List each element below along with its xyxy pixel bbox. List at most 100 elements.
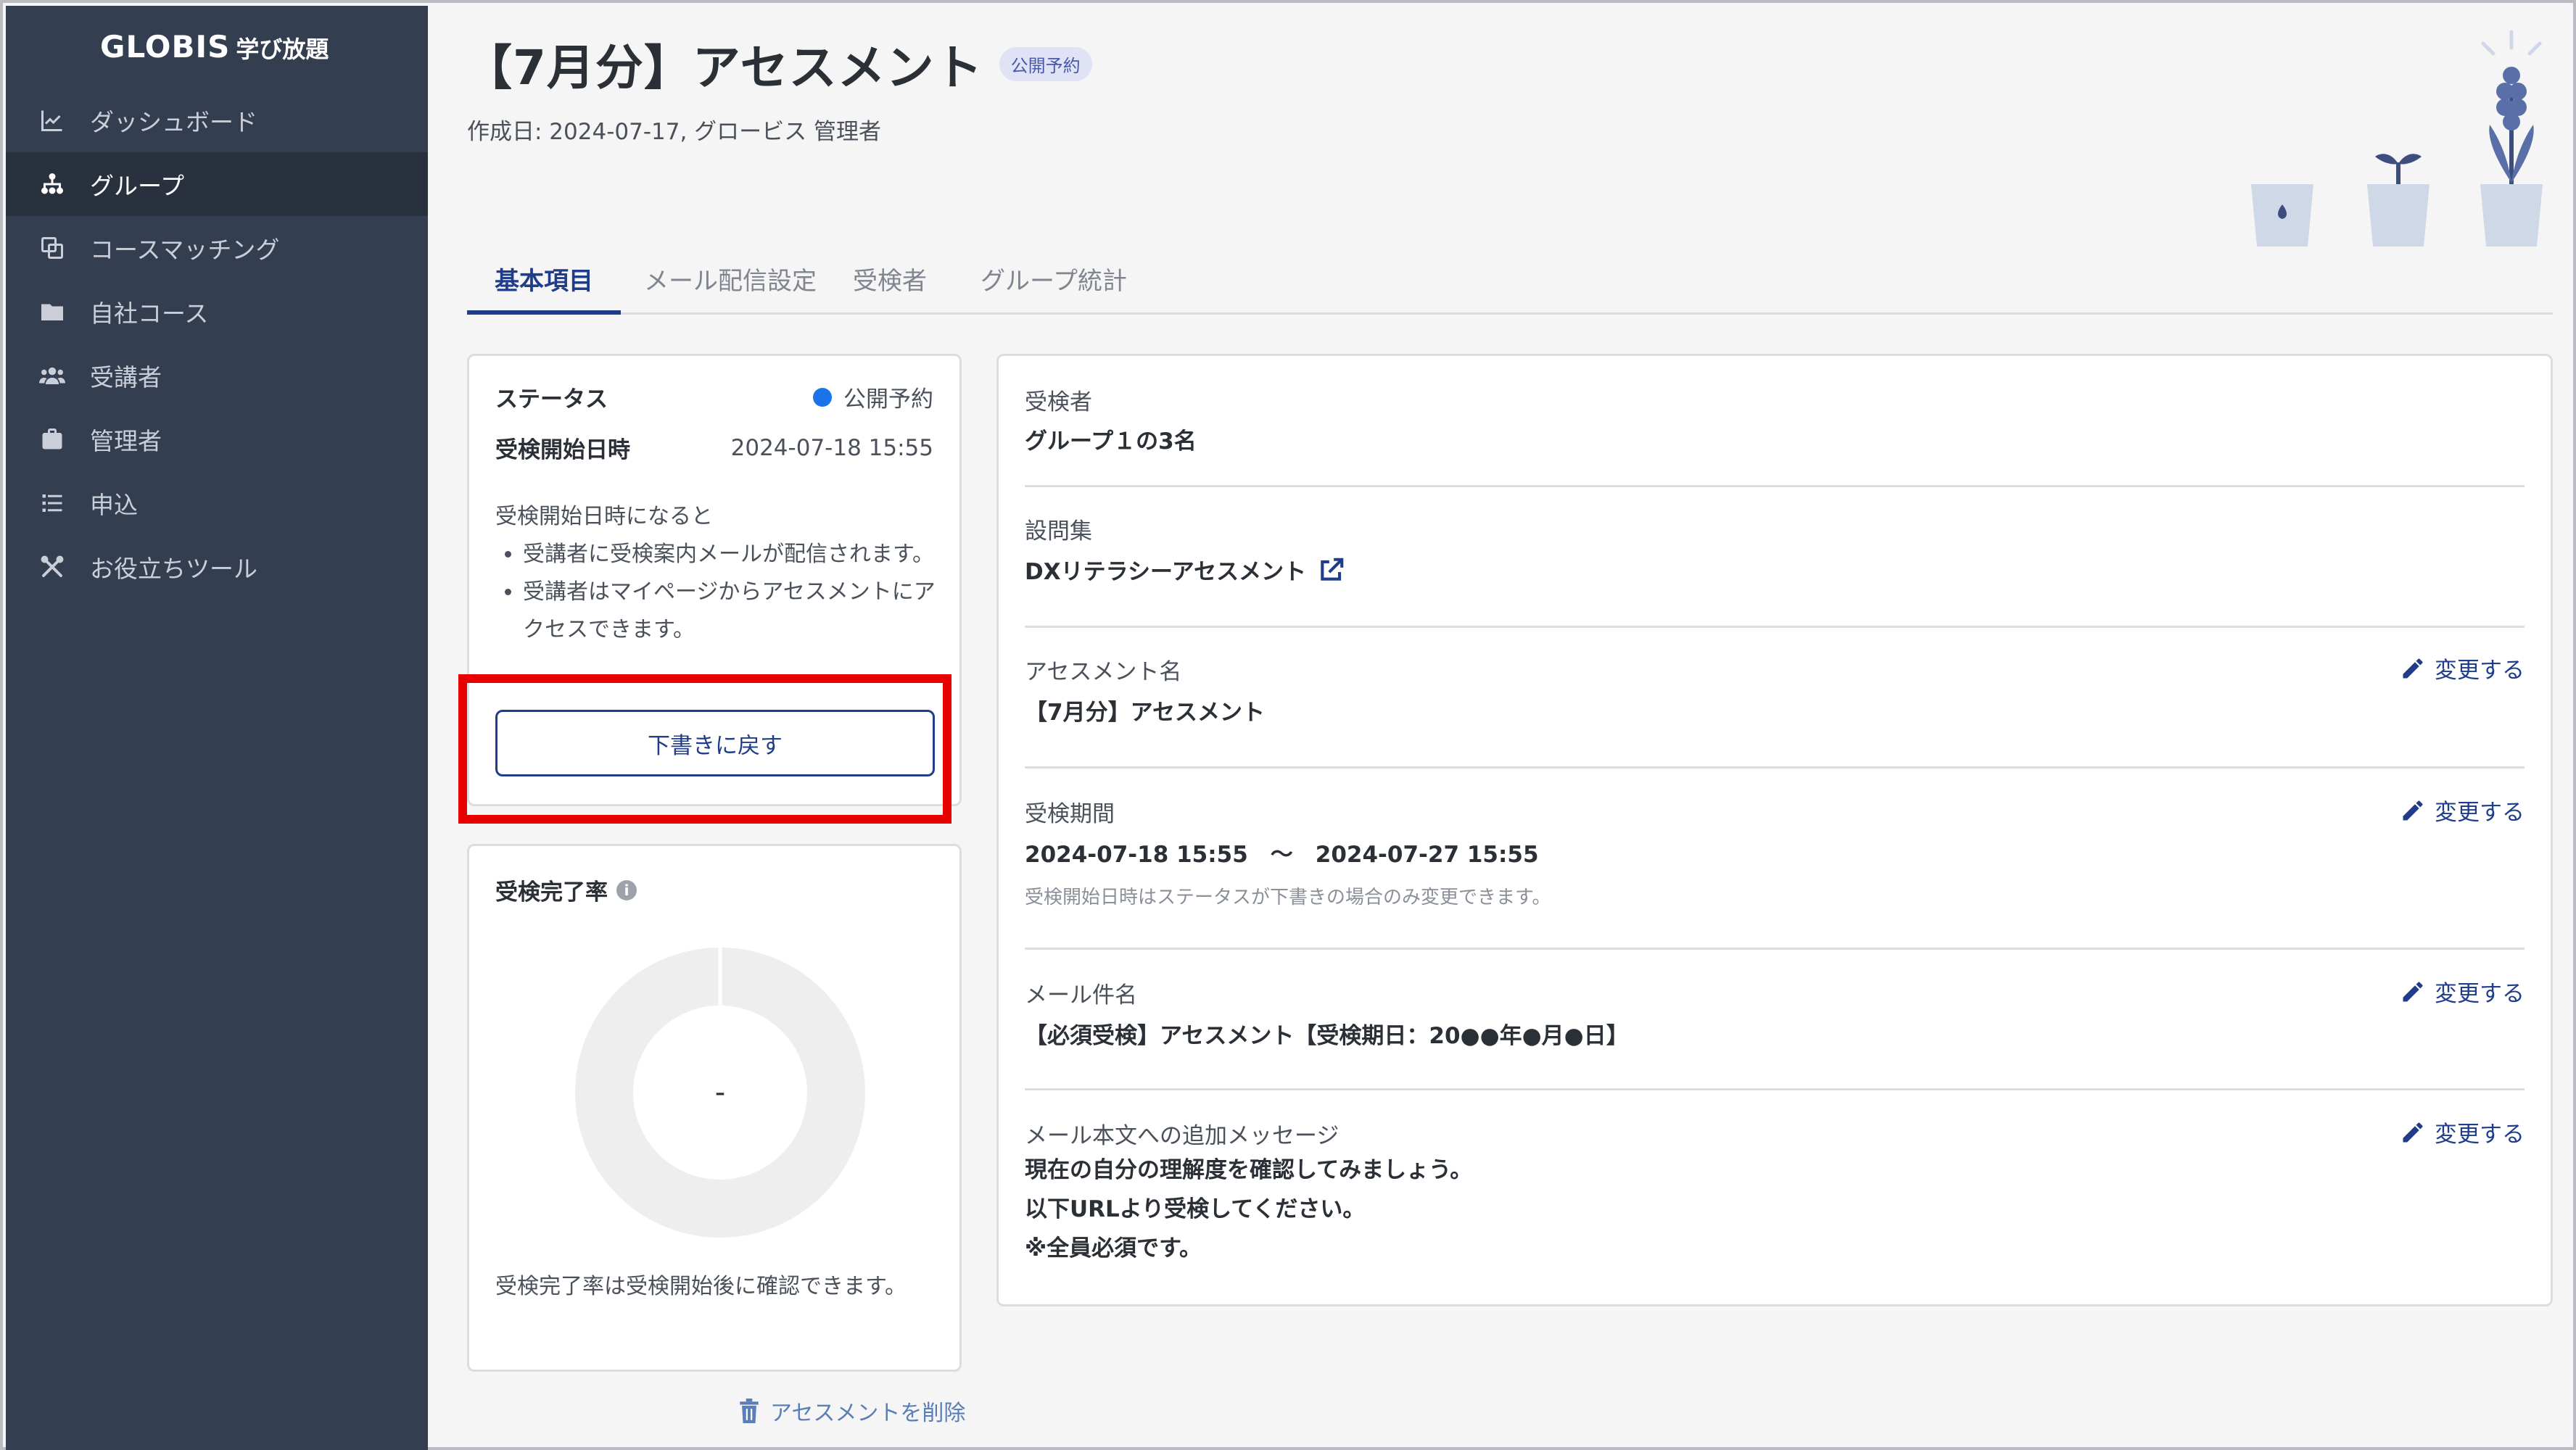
divider — [1025, 1088, 2525, 1090]
status-note: 受検開始日時になると 受講者に受検案内メールが配信されます。 受講者はマイページ… — [495, 498, 938, 649]
tab-mail-settings[interactable]: メール配信設定 — [644, 261, 817, 315]
examinees-section: 受検者 グループ１の3名 — [1025, 384, 2525, 492]
rate-note: 受検完了率は受検開始後に確認できます。 — [495, 1274, 907, 1299]
sidebar-item-label: 管理者 — [90, 427, 162, 455]
rate-title-text: 受検完了率 — [495, 879, 608, 906]
folder-icon — [38, 297, 67, 326]
sidebar-item-learners[interactable]: 受講者 — [6, 344, 428, 407]
rate-title: 受検完了率 i — [495, 874, 637, 906]
status-dot-icon — [813, 387, 832, 407]
sidebar-item-group[interactable]: グループ — [6, 152, 428, 216]
page-meta: 作成日: 2024-07-17, グロービス 管理者 — [467, 119, 882, 145]
list-icon — [38, 489, 67, 518]
sidebar-item-label: 自社コース — [90, 299, 209, 328]
sidebar-item-course-matching[interactable]: コースマッチング — [6, 216, 428, 280]
page-header: 【7月分】アセスメント 公開予約 — [464, 29, 1092, 99]
mail-subject-section: メール件名 変更する 【必須受検】アセスメント【受検期日：20●●年●月●日】 — [1025, 977, 2525, 1071]
highlight-box — [458, 674, 951, 824]
sidebar-item-own-courses[interactable]: 自社コース — [6, 280, 428, 344]
period-label: 受検期間 — [1025, 801, 1115, 827]
divider — [1025, 626, 2525, 628]
tools-icon — [38, 552, 67, 581]
questionset-link[interactable]: DXリテラシーアセスメント — [1025, 553, 1345, 586]
questionset-link-text: DXリテラシーアセスメント — [1025, 559, 1307, 585]
mail-message-value: 現在の自分の理解度を確認してみましょう。 以下URLより受検してください。 ※全… — [1025, 1151, 1472, 1268]
sidebar-item-label: コースマッチング — [90, 236, 280, 264]
edit-label: 変更する — [2435, 981, 2525, 1007]
sitemap-icon — [38, 170, 67, 199]
chart-line-icon — [38, 106, 67, 135]
copy-icon — [38, 233, 67, 262]
divider — [1025, 948, 2525, 950]
divider — [1025, 766, 2525, 768]
status-label: ステータス — [495, 386, 608, 413]
pencil-icon — [2403, 982, 2423, 1001]
status-value: 公開予約 — [813, 381, 933, 413]
edit-subject-button[interactable]: 変更する — [2400, 975, 2525, 1008]
edit-label: 変更する — [2435, 658, 2525, 684]
plants-illustration — [2251, 30, 2543, 246]
assessment-name-section: アセスメント名 変更する 【7月分】アセスメント — [1025, 653, 2525, 747]
delete-assessment-link[interactable]: アセスメントを削除 — [738, 1395, 965, 1427]
brand-product: 学び放題 — [236, 36, 329, 63]
briefcase-icon — [38, 425, 67, 454]
start-row: 受検開始日時 2024-07-18 15:55 — [495, 431, 933, 464]
rate-value: - — [714, 1076, 726, 1109]
period-section: 受検期間 変更する 2024-07-18 15:55 〜 2024-07-27 … — [1025, 795, 2525, 933]
examinees-value: グループ１の3名 — [1025, 428, 1197, 455]
pencil-icon — [2403, 800, 2423, 820]
assessment-name-label: アセスメント名 — [1025, 659, 1182, 685]
note-list: 受講者に受検案内メールが配信されます。 受講者はマイページからアセスメントにアク… — [523, 536, 938, 649]
edit-label: 変更する — [2435, 800, 2525, 826]
list-item: 受講者はマイページからアセスメントにアクセスできます。 — [523, 573, 938, 649]
details-card: 受検者 グループ１の3名 設問集 DXリテラシーアセスメント アセスメント名 変… — [996, 354, 2553, 1306]
pencil-icon — [2403, 658, 2423, 678]
sidebar-item-label: 申込 — [90, 491, 138, 519]
mail-subject-value: 【必須受検】アセスメント【受検期日：20●●年●月●日】 — [1025, 1023, 1629, 1049]
tab-examinees[interactable]: 受検者 — [853, 261, 927, 315]
sidebar-nav: ダッシュボード グループ コースマッチング 自社コース 受講者 管理者 申込 お… — [6, 88, 428, 599]
questionset-section: 設問集 DXリテラシーアセスメント — [1025, 513, 2525, 607]
info-icon[interactable]: i — [616, 879, 637, 900]
note-intro: 受検開始日時になると — [495, 504, 713, 529]
examinees-label: 受検者 — [1025, 389, 1092, 415]
sidebar-item-label: グループ — [90, 172, 185, 200]
sidebar-item-admins[interactable]: 管理者 — [6, 407, 428, 471]
start-value: 2024-07-18 15:55 — [730, 434, 933, 461]
message-line: 現在の自分の理解度を確認してみましょう。 — [1025, 1157, 1473, 1183]
status-text: 公開予約 — [843, 386, 933, 413]
start-label: 受検開始日時 — [495, 437, 630, 463]
brand-logo[interactable]: GLOBIS 学び放題 — [100, 29, 329, 70]
completion-rate-card: 受検完了率 i - 受検完了率は受検開始後に確認できます。 — [467, 844, 962, 1372]
app-window: GLOBIS 学び放題 ダッシュボード グループ コースマッチング 自社コース … — [0, 0, 2576, 1450]
sidebar-item-label: ダッシュボード — [90, 108, 257, 136]
divider — [1025, 485, 2525, 487]
sidebar-item-label: お役立ちツール — [90, 555, 257, 583]
edit-message-button[interactable]: 変更する — [2400, 1116, 2525, 1148]
questionset-label: 設問集 — [1025, 518, 1092, 544]
pencil-icon — [2403, 1122, 2423, 1142]
trash-icon — [740, 1399, 759, 1423]
edit-name-button[interactable]: 変更する — [2400, 652, 2525, 684]
status-row: ステータス 公開予約 — [495, 381, 933, 413]
assessment-name-value: 【7月分】アセスメント — [1025, 700, 1265, 726]
sidebar-item-dashboard[interactable]: ダッシュボード — [6, 88, 428, 152]
edit-label: 変更する — [2435, 1122, 2525, 1148]
page-title: 【7月分】アセスメント — [464, 40, 983, 96]
sidebar: GLOBIS 学び放題 ダッシュボード グループ コースマッチング 自社コース … — [6, 6, 428, 1450]
mail-message-section: メール本文への追加メッセージ 変更する 現在の自分の理解度を確認してみましょう。… — [1025, 1117, 2525, 1291]
mail-subject-label: メール件名 — [1025, 982, 1137, 1008]
tab-basic[interactable]: 基本項目 — [467, 261, 621, 315]
list-item: 受講者に受検案内メールが配信されます。 — [523, 536, 938, 573]
external-link-icon — [1321, 558, 1344, 581]
status-badge: 公開予約 — [999, 46, 1092, 81]
message-line: ※全員必須です。 — [1025, 1235, 1202, 1262]
sidebar-item-applications[interactable]: 申込 — [6, 471, 428, 535]
delete-link-label: アセスメントを削除 — [770, 1401, 966, 1426]
mail-message-label: メール本文への追加メッセージ — [1025, 1123, 1339, 1149]
period-note: 受検開始日時はステータスが下書きの場合のみ変更できます。 — [1025, 887, 1551, 908]
tab-group-stats[interactable]: グループ統計 — [981, 261, 1127, 315]
tab-bar: 基本項目 メール配信設定 受検者 グループ統計 — [467, 242, 2553, 315]
sidebar-item-tools[interactable]: お役立ちツール — [6, 535, 428, 599]
edit-period-button[interactable]: 変更する — [2400, 794, 2525, 826]
